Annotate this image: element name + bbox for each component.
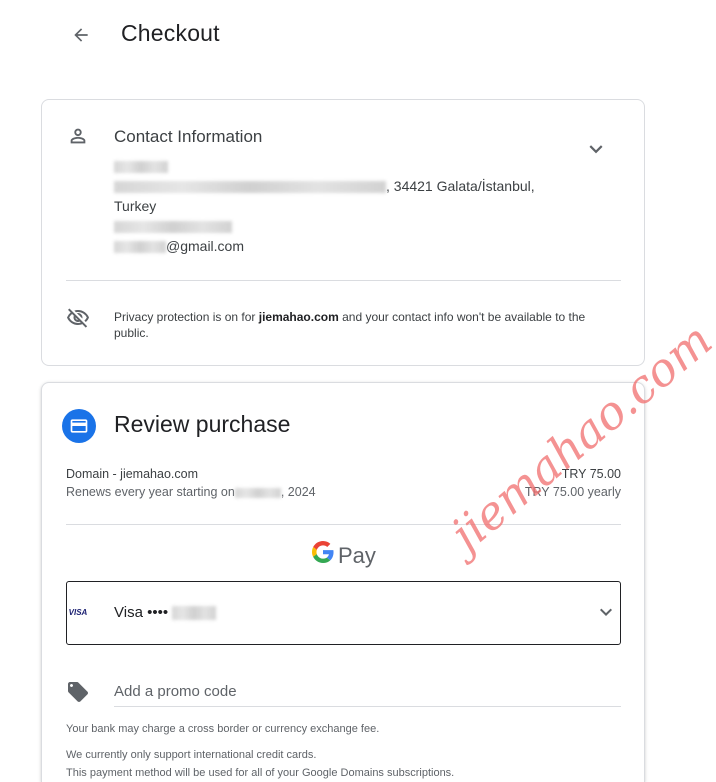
line-item: Domain - jiemahao.com TRY 75.00 [66, 467, 621, 481]
contact-divider [66, 280, 621, 281]
person-icon [70, 128, 86, 144]
privacy-notice: Privacy protection is on for jiemahao.co… [114, 310, 586, 340]
page-title: Checkout [121, 20, 220, 46]
google-pay-logo: Pay [312, 541, 376, 570]
privacy-domain: jiemahao.com [258, 310, 339, 324]
gpay-label: Pay [338, 542, 376, 568]
subscription-note: This payment method will be used for all… [66, 767, 455, 779]
arrow-left-icon [74, 28, 88, 42]
renewal-row: Renews every year starting on, 2024 TRY … [66, 485, 621, 499]
tag-icon [68, 682, 88, 702]
item-label: Domain - jiemahao.com [66, 467, 198, 481]
contact-address-line: , 34421 Galata/İstanbul, [114, 176, 535, 196]
contact-phone-line [114, 216, 535, 236]
visa-logo: VISA [68, 608, 88, 617]
contact-information-card: Contact Information , 34421 Galata/İstan… [41, 99, 645, 366]
review-divider [66, 524, 621, 525]
payment-method-select[interactable]: VISA Visa •••• [66, 581, 621, 645]
bank-fee-note: Your bank may charge a cross border or c… [66, 723, 380, 735]
contact-country: Turkey [114, 198, 157, 214]
contact-email: @gmail.com [114, 236, 535, 256]
promo-code-input[interactable] [114, 677, 621, 707]
item-price: TRY 75.00 [561, 467, 621, 481]
credit-card-note: We currently only support international … [66, 749, 317, 761]
contact-title: Contact Information [114, 127, 263, 146]
back-button[interactable] [68, 22, 94, 48]
chevron-down-icon[interactable] [594, 600, 618, 624]
review-purchase-card: Review purchase Domain - jiemahao.com TR… [41, 382, 645, 782]
eye-off-icon [67, 308, 89, 328]
chevron-down-icon[interactable] [583, 136, 609, 162]
review-title: Review purchase [114, 411, 291, 437]
renewal-price: TRY 75.00 yearly [524, 485, 621, 499]
payment-card-icon [62, 409, 96, 443]
page-header: Checkout [0, 0, 716, 70]
google-g-icon [312, 541, 334, 570]
contact-details: , 34421 Galata/İstanbul, Turkey @gmail.c… [114, 156, 535, 256]
contact-name-line [114, 156, 535, 176]
card-label: Visa •••• [114, 604, 217, 621]
